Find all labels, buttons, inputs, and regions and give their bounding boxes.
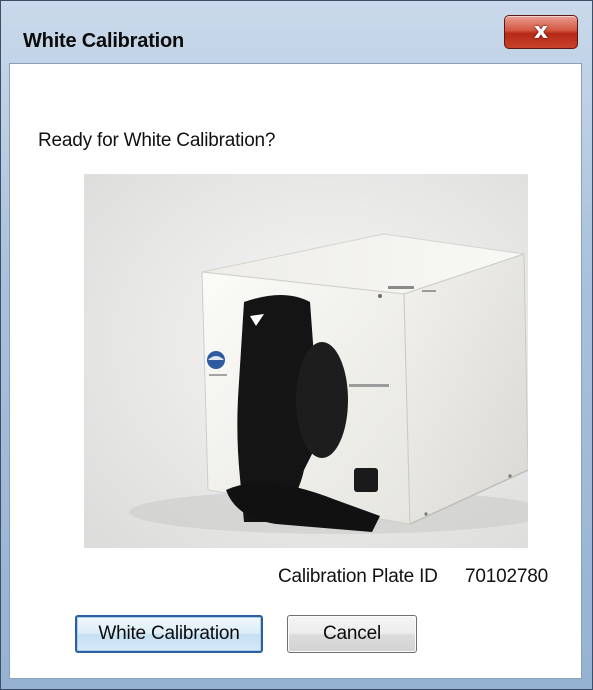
close-button[interactable]: x [504, 15, 578, 49]
window-title: White Calibration [23, 30, 185, 52]
calibration-prompt: Ready for White Calibration? [38, 130, 276, 151]
close-icon: x [533, 19, 549, 44]
calibration-plate-row: Calibration Plate ID 70102780 [278, 566, 548, 588]
spectrophotometer-image [84, 174, 528, 548]
cancel-button[interactable]: Cancel [287, 615, 417, 653]
dialog-window: White Calibration x Ready for White Cali… [0, 0, 593, 690]
calibration-plate-id: 70102780 [465, 566, 548, 587]
dialog-body: Ready for White Calibration? Calibration… [9, 63, 582, 679]
calibration-plate-label: Calibration Plate ID [278, 566, 438, 587]
white-calibration-button[interactable]: White Calibration [75, 615, 263, 653]
title-bar[interactable]: White Calibration x [1, 1, 592, 52]
device-photo [84, 174, 528, 548]
